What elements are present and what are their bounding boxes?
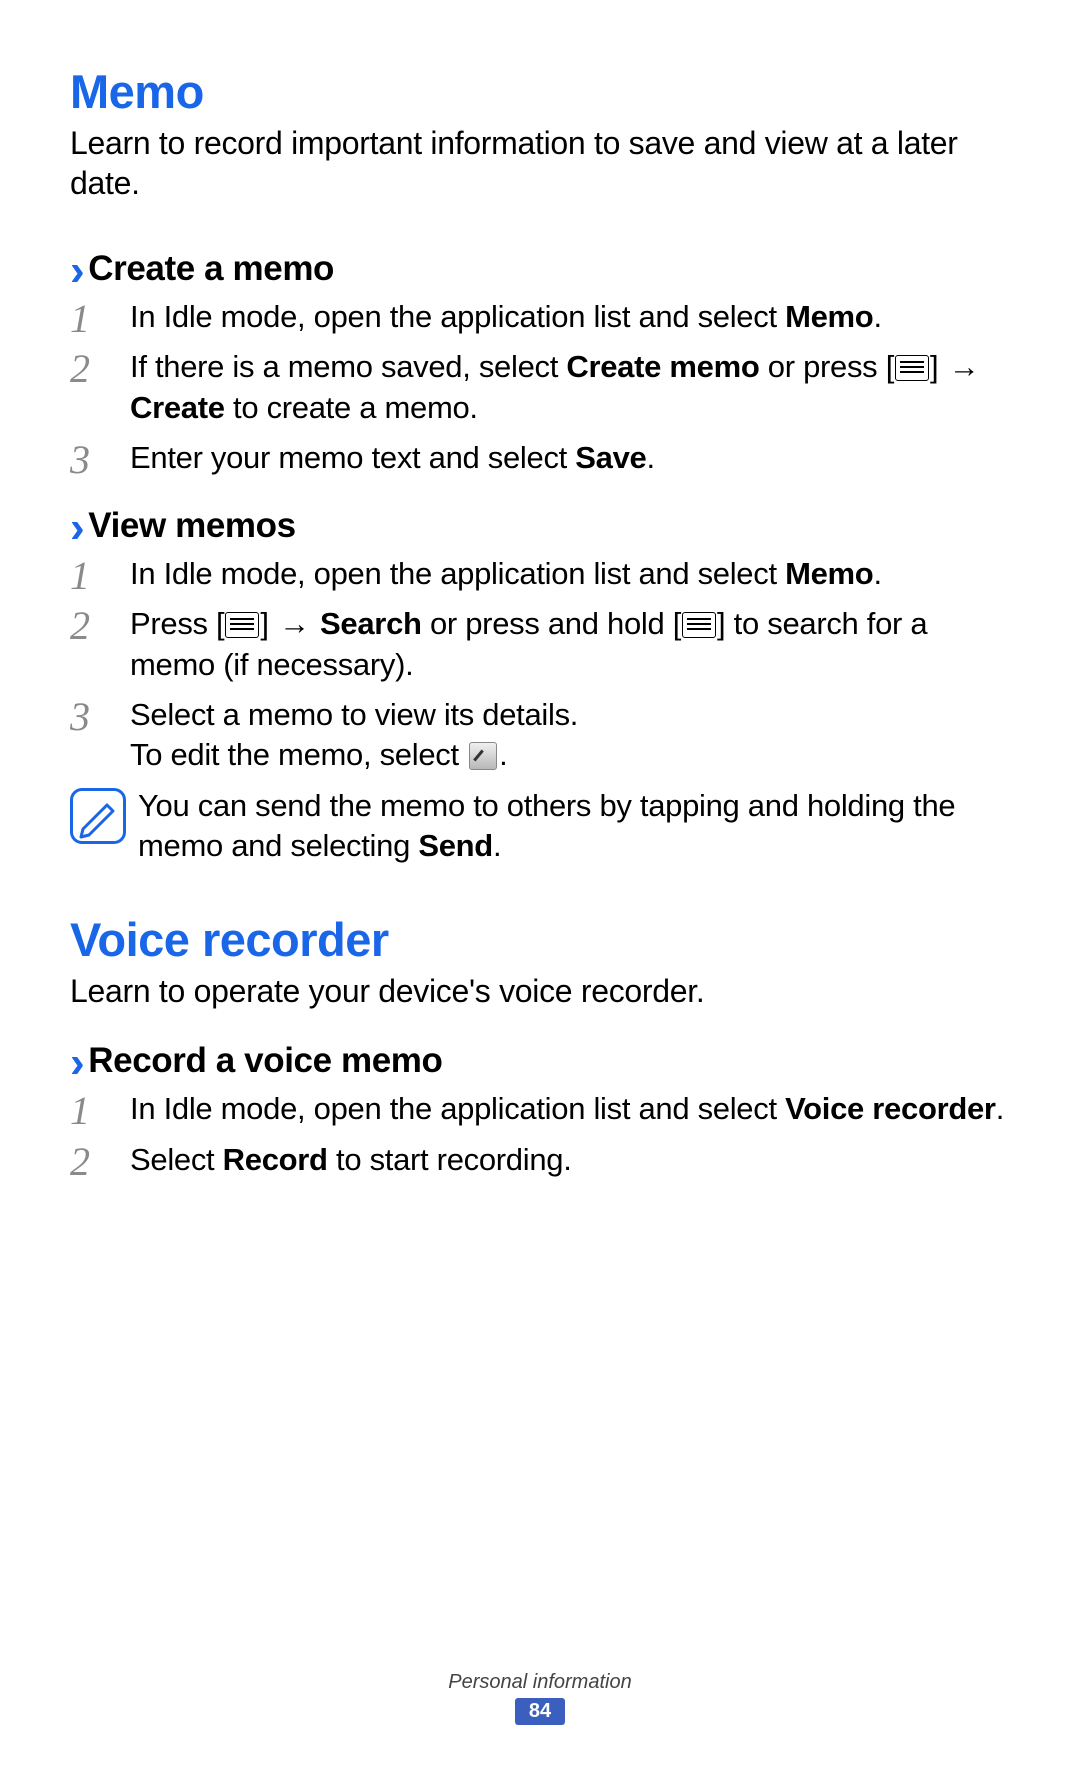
chevron-icon: › [70,506,84,550]
step: 2 Select Record to start recording. [70,1140,1010,1180]
heading-view-memos: › View memos [70,504,1010,548]
menu-icon [225,612,259,638]
step-text: Select Record to start recording. [130,1140,1010,1180]
step-text: Select a memo to view its details. To ed… [130,695,1010,776]
heading-create-memo: › Create a memo [70,247,1010,291]
edit-icon [469,742,497,770]
step-number: 3 [70,440,130,480]
intro-voice-recorder: Learn to operate your device's voice rec… [70,971,1010,1011]
step: 1 In Idle mode, open the application lis… [70,554,1010,594]
menu-icon [895,355,929,381]
heading-record-voice-memo-label: Record a voice memo [88,1041,442,1081]
step-number: 1 [70,556,130,596]
note-icon [70,788,126,844]
heading-record-voice-memo: › Record a voice memo [70,1039,1010,1083]
step-number: 1 [70,299,130,339]
step: 2 Press [] → Search or press and hold []… [70,604,1010,685]
heading-voice-recorder: Voice recorder [70,912,1010,967]
chevron-icon: › [70,1041,84,1085]
manual-page: Memo Learn to record important informati… [0,0,1080,1180]
step-number: 3 [70,697,130,737]
steps-view-memos: 1 In Idle mode, open the application lis… [70,554,1010,866]
step: 3 Select a memo to view its details. To … [70,695,1010,776]
step: 1 In Idle mode, open the application lis… [70,297,1010,337]
step-text: If there is a memo saved, select Create … [130,347,1010,428]
step-text: In Idle mode, open the application list … [130,1089,1010,1129]
step-text: In Idle mode, open the application list … [130,297,1010,337]
note: You can send the memo to others by tappi… [70,786,1010,867]
step: 2 If there is a memo saved, select Creat… [70,347,1010,428]
footer-chapter: Personal information [0,1671,1080,1694]
page-number: 84 [515,1698,565,1725]
step-text: Press [] → Search or press and hold [] t… [130,604,1010,685]
step-number: 2 [70,1142,130,1182]
step-text: Enter your memo text and select Save. [130,438,1010,478]
menu-icon [682,612,716,638]
heading-memo: Memo [70,64,1010,119]
step-text: In Idle mode, open the application list … [130,554,1010,594]
steps-create-memo: 1 In Idle mode, open the application lis… [70,297,1010,478]
steps-record-voice-memo: 1 In Idle mode, open the application lis… [70,1089,1010,1180]
step: 1 In Idle mode, open the application lis… [70,1089,1010,1129]
step-number: 2 [70,349,130,389]
step-number: 1 [70,1091,130,1131]
note-text: You can send the memo to others by tappi… [138,786,1010,867]
heading-create-memo-label: Create a memo [88,249,334,289]
heading-view-memos-label: View memos [88,506,295,546]
intro-memo: Learn to record important information to… [70,123,1010,203]
step-number: 2 [70,606,130,646]
chevron-icon: › [70,249,84,293]
page-footer: Personal information 84 [0,1671,1080,1725]
step: 3 Enter your memo text and select Save. [70,438,1010,478]
